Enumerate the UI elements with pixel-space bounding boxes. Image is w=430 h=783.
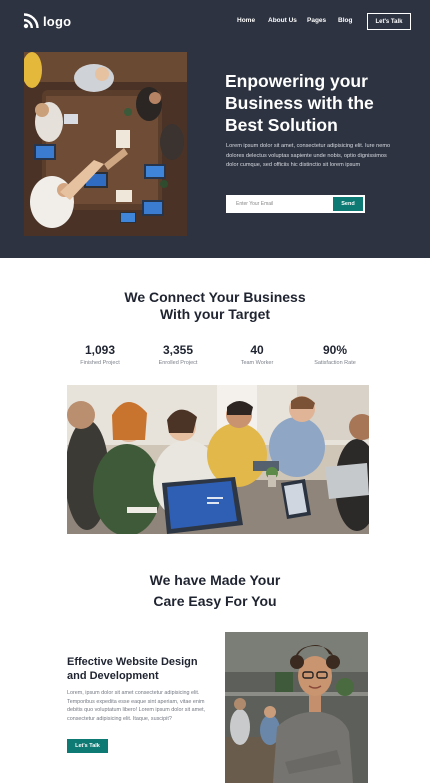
nav-item-blog[interactable]: Blog	[338, 17, 352, 24]
stat-team-worker: 40 Team Worker	[222, 343, 292, 366]
stat-label: Enrolled Project	[158, 360, 198, 366]
feature-lets-talk-button[interactable]: Let's Talk	[67, 739, 108, 753]
care-title-line2: Care Easy For You	[153, 593, 277, 609]
stat-finished-project: 1,093 Finished Project	[65, 343, 135, 366]
site-logo[interactable]: logo	[23, 13, 71, 29]
hero-title: Enpowering your Business with the Best S…	[225, 71, 374, 135]
team-working-photo	[67, 385, 369, 534]
nav-item-about-us[interactable]: About Us	[268, 17, 297, 24]
businesswoman-photo	[225, 632, 368, 783]
hero-section: logo Home About Us Pages Blog Let's Talk	[0, 0, 430, 258]
stat-enrolled-project: 3,355 Enrolled Project	[143, 343, 213, 366]
email-input[interactable]	[226, 195, 332, 213]
hero-meeting-photo	[24, 52, 187, 236]
nav-lets-talk-button[interactable]: Let's Talk	[367, 13, 411, 30]
hero-description: Lorem ipsum dolor sit amet, consectetur …	[226, 143, 391, 169]
stat-label: Satisfaction Rate	[314, 360, 356, 366]
logo-text: logo	[43, 13, 72, 29]
stat-satisfaction-rate: 90% Satisfaction Rate	[300, 343, 370, 366]
stat-label: Finished Project	[80, 360, 120, 366]
stat-value: 3,355	[162, 343, 194, 357]
stat-label: Team Worker	[240, 360, 274, 366]
feature-title: Effective Website Design and Development	[67, 656, 198, 682]
stats-row: 1,093 Finished Project 3,355 Enrolled Pr…	[60, 343, 370, 369]
rss-logo-icon	[23, 13, 39, 29]
nav-item-pages[interactable]: Pages	[307, 17, 326, 24]
connect-title-line1: We Connect Your Business	[124, 289, 306, 305]
connect-section-title: We Connect Your Business With your Targe…	[0, 289, 430, 323]
nav-item-home[interactable]: Home	[237, 17, 255, 24]
feature-description: Lorem, ipsum dolor sit amet consectetur …	[67, 690, 206, 722]
care-title-line1: We have Made Your	[149, 572, 281, 588]
connect-title-line2: With your Target	[159, 306, 271, 322]
send-button[interactable]: Send	[333, 197, 363, 211]
stat-value: 90%	[322, 343, 348, 357]
stat-value: 40	[250, 343, 264, 357]
stat-value: 1,093	[84, 343, 116, 357]
email-subscribe-form: Send	[226, 195, 365, 213]
care-section-title: We have Made Your Care Easy For You	[0, 570, 430, 612]
